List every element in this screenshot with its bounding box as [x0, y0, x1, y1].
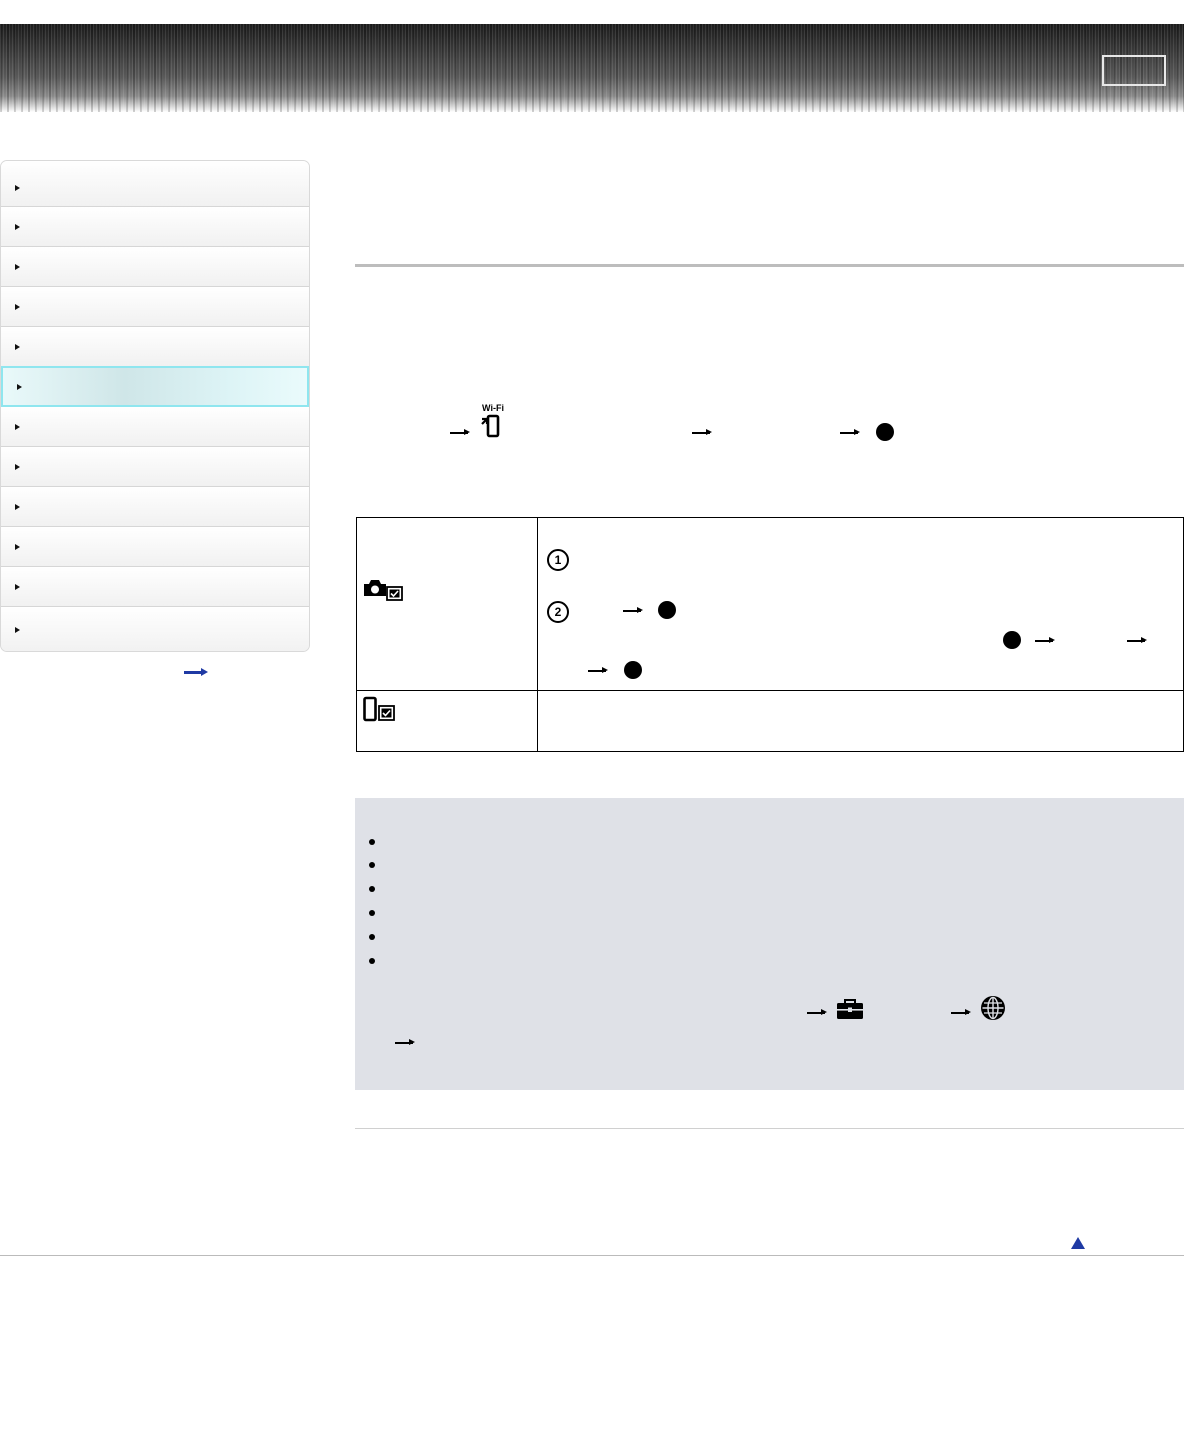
arrow-right-icon[interactable] — [184, 668, 208, 676]
arrow-right-icon — [951, 1009, 971, 1015]
triangle-right-icon — [15, 223, 20, 230]
triangle-right-icon — [15, 503, 20, 510]
arrow-right-icon — [1035, 637, 1055, 643]
header-bar — [0, 24, 1184, 112]
sidebar-item-5[interactable] — [1, 327, 309, 367]
title-divider — [355, 264, 1184, 267]
step-number-2: 2 — [547, 601, 569, 623]
note-bullet — [369, 934, 375, 940]
sidebar-item-8[interactable] — [1, 447, 309, 487]
triangle-right-icon — [15, 184, 20, 191]
triangle-right-icon — [15, 463, 20, 470]
wifi-icon-text: Wi-Fi — [482, 403, 504, 413]
arrow-right-icon — [692, 429, 712, 435]
arrow-right-icon — [807, 1009, 827, 1015]
arrow-right-icon — [840, 429, 860, 435]
note-bullet — [369, 839, 375, 845]
header-button[interactable] — [1102, 55, 1166, 86]
arrow-right-icon — [623, 607, 643, 613]
note-bullet — [369, 886, 375, 892]
triangle-right-icon — [17, 383, 22, 390]
sidebar-item-6-active[interactable] — [1, 366, 309, 407]
settings-table: 1 2 — [356, 517, 1184, 752]
sidebar-item-9[interactable] — [1, 487, 309, 527]
center-button-icon — [1003, 631, 1021, 649]
arrow-right-icon — [1127, 637, 1147, 643]
up-triangle-icon[interactable] — [1071, 1237, 1085, 1249]
step-number-1: 1 — [547, 549, 569, 571]
triangle-right-icon — [15, 627, 20, 633]
sidebar-item-4[interactable] — [1, 287, 309, 327]
toolbox-icon — [837, 999, 863, 1019]
sidebar-item-2[interactable] — [1, 207, 309, 247]
arrow-right-icon — [395, 1039, 415, 1045]
sidebar-item-3[interactable] — [1, 247, 309, 287]
center-button-icon — [876, 423, 894, 441]
wifi-send-icon: Wi-Fi — [481, 403, 504, 438]
sidebar-item-12[interactable] — [1, 607, 309, 651]
center-button-icon — [658, 601, 676, 619]
sidebar-nav — [0, 160, 310, 652]
triangle-right-icon — [15, 303, 20, 310]
smartphone-check-icon — [363, 696, 395, 722]
content-divider — [355, 1128, 1184, 1129]
triangle-right-icon — [15, 423, 20, 430]
triangle-right-icon — [15, 343, 20, 350]
sidebar-item-1[interactable] — [1, 161, 309, 207]
table-divider — [537, 518, 538, 751]
arrow-right-icon — [588, 667, 608, 673]
notes-box — [355, 798, 1184, 1090]
triangle-right-icon — [15, 583, 20, 590]
globe-icon — [981, 996, 1005, 1020]
note-bullet — [369, 958, 375, 964]
camera-check-icon — [364, 580, 403, 601]
sidebar-item-11[interactable] — [1, 567, 309, 607]
sidebar-item-7[interactable] — [1, 407, 309, 447]
triangle-right-icon — [15, 263, 20, 270]
arrow-right-icon — [450, 429, 470, 435]
footer-divider — [0, 1255, 1184, 1256]
note-bullet — [369, 910, 375, 916]
note-bullet — [369, 862, 375, 868]
triangle-right-icon — [15, 543, 20, 550]
sidebar-item-10[interactable] — [1, 527, 309, 567]
center-button-icon — [624, 661, 642, 679]
table-divider — [357, 690, 1183, 691]
